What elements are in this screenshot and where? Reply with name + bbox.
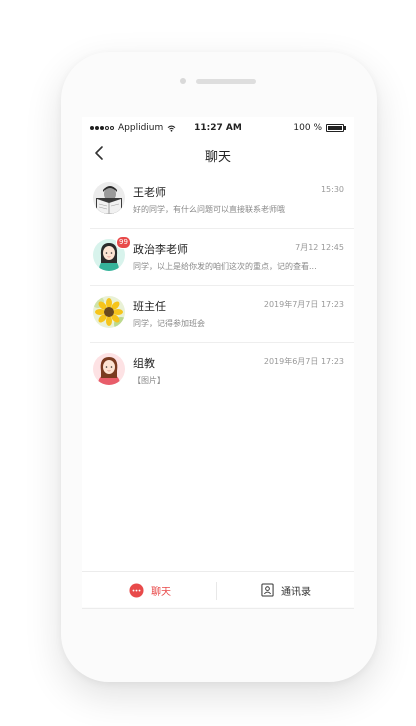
avatar-class-teacher [93, 296, 125, 328]
chat-time: 2019年7月7日 17:23 [263, 300, 344, 309]
tab-contacts-label: 通讯录 [281, 586, 311, 598]
chat-time: 7月12 12:45 [295, 243, 344, 252]
chat-name: 组教 [133, 357, 155, 370]
chat-name: 王老师 [133, 186, 166, 199]
chat-name: 政治李老师 [133, 243, 188, 256]
earpiece-speaker [196, 79, 256, 84]
unread-badge: 99 [116, 236, 131, 249]
contacts-icon [261, 583, 274, 597]
chat-row-zujiao[interactable]: 组教 2019年6月7日 17:23 【图片】 [82, 343, 354, 400]
battery-percent: 100 % [293, 123, 322, 133]
chat-list: 王老师 15:30 好的同学，有什么问题可以直接联系老师哦 99 政治李老师 7… [82, 172, 354, 400]
page-title: 聊天 [204, 150, 231, 165]
chat-preview: 同学，以上是给你发的咱们这次的重点，记的查看... [133, 262, 317, 271]
chat-preview: 同学，记得参加班会 [133, 319, 205, 328]
chat-time: 15:30 [320, 185, 344, 194]
battery-info: 100 % [293, 123, 346, 133]
chat-preview: 好的同学，有什么问题可以直接联系老师哦 [133, 205, 285, 214]
tab-divider [216, 582, 217, 600]
chat-name: 班主任 [133, 300, 166, 313]
tab-bar: 聊天 通讯录 [82, 571, 354, 609]
chat-row-wang[interactable]: 王老师 15:30 好的同学，有什么问题可以直接联系老师哦 [82, 172, 354, 229]
battery-icon [326, 124, 346, 132]
chat-preview: 【图片】 [133, 376, 165, 385]
chat-bubble-icon [129, 582, 144, 598]
app-screen: Applidium 11:27 AM 100 % 聊天 王老师 15:30 好的… [82, 117, 354, 609]
chat-time: 2019年6月7日 17:23 [263, 357, 344, 366]
front-camera [180, 78, 186, 84]
tab-chat[interactable]: 聊天 [82, 572, 218, 608]
status-bar: Applidium 11:27 AM 100 % [82, 121, 354, 137]
avatar-zujiao [93, 353, 125, 385]
nav-bar: 聊天 [82, 139, 354, 169]
avatar-wang [93, 182, 125, 214]
tab-chat-label: 聊天 [151, 586, 171, 598]
tab-contacts[interactable]: 通讯录 [218, 572, 354, 608]
chat-row-li[interactable]: 99 政治李老师 7月12 12:45 同学，以上是给你发的咱们这次的重点，记的… [82, 229, 354, 286]
chat-row-class-teacher[interactable]: 班主任 2019年7月7日 17:23 同学，记得参加班会 [82, 286, 354, 343]
